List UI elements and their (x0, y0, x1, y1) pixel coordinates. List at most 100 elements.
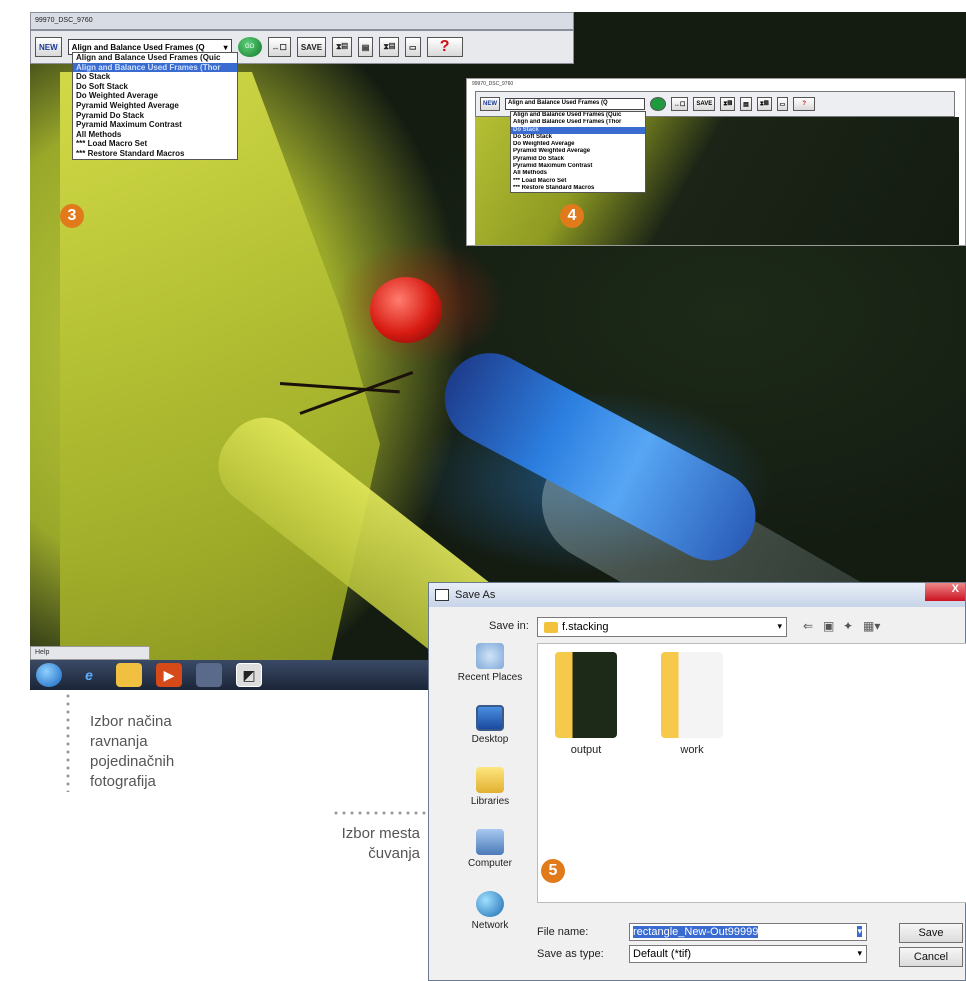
window-icon[interactable]: ▭ (405, 37, 421, 57)
computer-icon (476, 829, 504, 855)
folder-icon[interactable] (116, 663, 142, 687)
dropdown-option[interactable]: *** Load Macro Set (511, 178, 645, 185)
align-icon[interactable]: ⧗▤ (379, 37, 400, 57)
dropdown-option[interactable]: Align and Balance Used Frames (Thor (511, 119, 645, 126)
main-window-title: 99970_DSC_9760 (30, 12, 574, 30)
caption-line: fotografija (90, 773, 156, 790)
place-desktop[interactable]: Desktop (445, 705, 535, 767)
save-button[interactable]: Save (899, 923, 963, 943)
dropdown-option[interactable]: *** Restore Standard Macros (73, 149, 237, 159)
dropdown-option[interactable]: *** Load Macro Set (73, 139, 237, 149)
save-in-select[interactable]: f.stacking ▾ (537, 617, 787, 637)
dropdown-option[interactable]: Pyramid Do Stack (73, 111, 237, 121)
inset-window: 99970_DSC_9760 NEW Align and Balance Use… (466, 78, 966, 246)
save-type-value: Default (*tif) (633, 948, 692, 960)
chevron-down-icon: ▾ (223, 42, 228, 52)
save-in-label: Save in: (489, 620, 529, 632)
view-menu-icon[interactable]: ▦▾ (863, 619, 880, 633)
stack-icon[interactable]: ⧗▤ (332, 37, 352, 57)
file-item[interactable]: work (652, 652, 732, 756)
dropdown-option[interactable]: Pyramid Weighted Average (511, 148, 645, 155)
active-app-icon[interactable]: ◩ (236, 663, 262, 687)
save-in-value: f.stacking (562, 621, 609, 633)
caption-line: pojedinačnih (90, 753, 175, 770)
file-name-value: rectangle_New-Out99999 (633, 926, 759, 938)
dropdown-option[interactable]: Do Stack (511, 126, 645, 134)
place-label: Recent Places (457, 672, 523, 683)
dialog-title-bar: Save As (429, 583, 965, 607)
dropdown-option[interactable]: All Methods (73, 130, 237, 140)
inset-align-icon[interactable]: ⧗▤ (756, 97, 772, 111)
save-as-dialog: Save As X Save in: f.stacking ▾ ⇐ ▣ ✦ ▦▾… (428, 582, 966, 981)
help-button[interactable]: ? (426, 37, 463, 57)
method-dropdown-list: Align and Balance Used Frames (Quic Align… (72, 52, 238, 160)
inset-window-title: 99970_DSC_9760 (472, 81, 514, 87)
dropdown-option[interactable]: Do Weighted Average (511, 141, 645, 148)
inset-go-icon[interactable] (650, 97, 666, 111)
close-button[interactable]: X (925, 583, 965, 601)
inset-stack-icon[interactable]: ⧗▤ (720, 97, 736, 111)
dropdown-option[interactable]: Pyramid Maximum Contrast (511, 163, 645, 170)
dropdown-option[interactable]: Align and Balance Used Frames (Quic (73, 53, 237, 63)
file-name-label: output (570, 744, 602, 756)
dropdown-option[interactable]: Pyramid Weighted Average (73, 101, 237, 111)
media-player-icon[interactable]: ▶ (156, 663, 182, 687)
dropdown-option[interactable]: Pyramid Do Stack (511, 156, 645, 163)
dropdown-option[interactable]: All Methods (511, 170, 645, 177)
file-name-label: File name: (537, 926, 589, 938)
new-folder-icon[interactable]: ✦ (843, 619, 853, 633)
dropdown-option[interactable]: Do Soft Stack (511, 134, 645, 141)
dropdown-option[interactable]: *** Restore Standard Macros (511, 185, 645, 192)
folder-icon (555, 652, 617, 738)
swap-icon[interactable]: ↔☐ (267, 37, 291, 57)
file-name-input[interactable]: rectangle_New-Out99999 ▾ (629, 923, 867, 941)
save-type-select[interactable]: Default (*tif) ▾ (629, 945, 867, 963)
help-strip[interactable]: Help (30, 646, 150, 660)
dropdown-option[interactable]: Do Weighted Average (73, 91, 237, 101)
caption-save-location: Izbor mesta čuvanja (300, 824, 420, 864)
inset-help-button[interactable]: ? (793, 97, 816, 111)
recent-places-icon (476, 643, 504, 669)
dropdown-option[interactable]: Align and Balance Used Frames (Thor (73, 62, 237, 73)
app-icon[interactable] (196, 663, 222, 687)
dropdown-option[interactable]: Do Stack (73, 72, 237, 82)
inset-window-icon[interactable]: ▭ (776, 97, 789, 111)
inset-method-select[interactable]: Align and Balance Used Frames (Q (505, 98, 645, 110)
dialog-app-icon (435, 589, 449, 601)
new-button[interactable]: NEW (35, 37, 62, 57)
dropdown-option[interactable]: Align and Balance Used Frames (Quic (511, 112, 645, 119)
dropdown-option[interactable]: Do Soft Stack (73, 82, 237, 92)
step-badge-4: 4 (560, 204, 584, 228)
back-arrow-icon[interactable]: ⇐ (803, 619, 813, 633)
step-badge-5: 5 (541, 859, 565, 883)
inset-swap-icon[interactable]: ↔☐ (671, 97, 689, 111)
go-button[interactable]: GO (237, 37, 262, 57)
inset-save-button[interactable]: SAVE (693, 97, 716, 111)
step-badge-3: 3 (60, 204, 84, 228)
inset-method-dropdown-list: Align and Balance Used Frames (Quic Align… (510, 111, 646, 194)
file-item[interactable]: output (546, 652, 626, 756)
frames-icon[interactable]: ▤ (357, 37, 374, 57)
caption-line: čuvanja (368, 845, 420, 862)
place-libraries[interactable]: Libraries (445, 767, 535, 829)
cancel-button[interactable]: Cancel (899, 947, 963, 967)
save-button[interactable]: SAVE (296, 37, 327, 57)
dialog-title: Save As (455, 589, 496, 601)
place-computer[interactable]: Computer (445, 829, 535, 891)
dropdown-option[interactable]: Pyramid Maximum Contrast (73, 120, 237, 130)
caption-line: ravnanja (90, 733, 148, 750)
file-name-label: work (680, 744, 704, 756)
leaf-shape (60, 72, 380, 672)
place-recent[interactable]: Recent Places (445, 643, 535, 705)
inset-new-button[interactable]: NEW (480, 97, 500, 111)
start-button-icon[interactable] (36, 663, 62, 687)
inset-frames-icon[interactable]: ▤ (740, 97, 752, 111)
browser-icon[interactable]: e (76, 663, 102, 687)
up-folder-icon[interactable]: ▣ (823, 619, 834, 633)
caption-line: Izbor načina (90, 713, 172, 730)
place-network[interactable]: Network (445, 891, 535, 953)
network-icon (476, 891, 504, 917)
caption-line: Izbor mesta (341, 825, 420, 842)
caption-leader-vertical (66, 692, 70, 792)
libraries-icon (476, 767, 504, 793)
